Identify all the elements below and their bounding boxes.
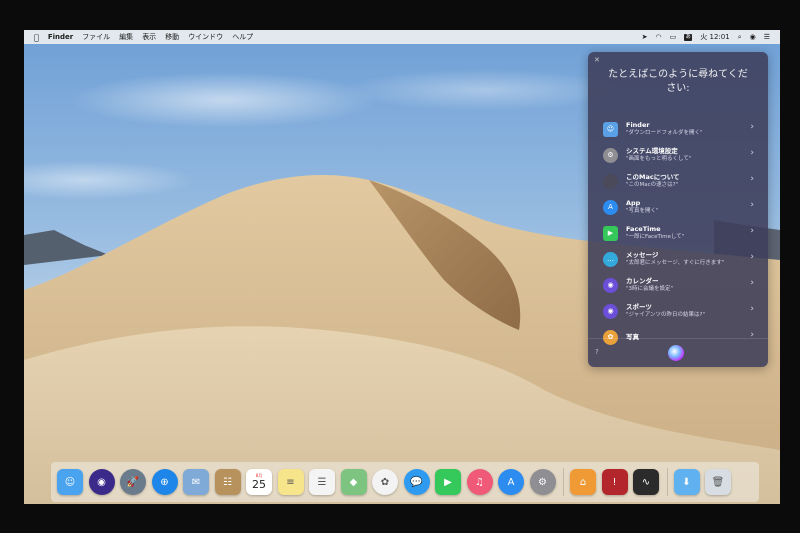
menu-clock[interactable]: 火 12:01 [700,32,729,42]
siri-suggestion-text: FaceTime "一郎にFaceTimeして" [626,225,768,241]
notification-center-icon[interactable]: ☰ [764,33,770,41]
facetime-icon: ▶ [603,225,618,241]
siri-suggestion-subtitle: "写真を開く" [626,208,659,214]
siri-suggestion-row[interactable]: A App "写真を開く" › [588,194,768,220]
dock-photo-booth-icon[interactable]: ! [601,469,628,495]
siri-suggestion-row[interactable]: このMacについて "このMacの速さは?" › [588,168,768,194]
menu-edit[interactable]: 編集 [119,32,133,42]
siri-suggestion-subtitle: "ジャイアンツの昨日の結果は?" [626,312,705,318]
siri-suggestion-row[interactable]: ◉ カレンダー "3時に会議を設定" › [588,272,768,298]
siri-suggestion-text: Finder "ダウンロードフォルダを開く" [626,121,768,137]
chevron-right-icon: › [750,174,754,184]
desktop:  Finder ファイル 編集 表示 移動 ウインドウ ヘルプ ➤ ◠ ▭ あ… [24,30,780,504]
help-icon[interactable]: ? [595,348,599,356]
siri-sports-icon: ◉ [603,303,618,319]
dock-trash-icon[interactable]: 🗑 [705,469,731,495]
menu-app-name[interactable]: Finder [48,33,73,41]
siri-suggestion-title: カレンダー [626,277,659,285]
siri-prompt: たとえばこのように尋ねてください: [608,69,748,94]
display-mirror-icon[interactable]: ▭ [670,33,677,41]
dock-notes-icon[interactable]: ≡ [277,469,304,495]
siri-suggestion-text: このMacについて "このMacの速さは?" [626,173,768,189]
location-arrow-icon[interactable]: ➤ [642,33,648,41]
siri-suggestion-text: App "写真を開く" [626,199,768,215]
dock-facetime-icon[interactable]: ▶ [435,469,461,495]
dock-mail-icon[interactable]: ✉ [183,469,209,495]
messages-icon: … [603,251,618,267]
input-method-icon[interactable]: あ [684,33,693,41]
chevron-right-icon: › [750,148,754,158]
dock-reminders-icon[interactable]: ☰ [309,469,335,495]
siri-orb-icon[interactable] [668,345,684,361]
app-store-icon: A [603,199,618,215]
spotlight-icon[interactable]: ⌕ [738,33,742,42]
siri-calendar-icon: ◉ [603,277,618,293]
dock-app-store-icon[interactable]: A [498,469,524,495]
siri-suggestion-row[interactable]: ☺ Finder "ダウンロードフォルダを開く" › [588,116,768,142]
siri-suggestion-subtitle: "ダウンロードフォルダを開く" [626,130,703,136]
dock-launchpad-icon[interactable]: 🚀 [120,469,146,495]
menu-window[interactable]: ウインドウ [188,32,223,42]
siri-suggestion-list: ☺ Finder "ダウンロードフォルダを開く" › ⚙ システム環境設定 "画面をもっと明… [588,116,768,350]
close-icon[interactable]: ✕ [594,56,600,64]
dock-maps-icon[interactable]: ◆ [340,469,367,495]
siri-suggestion-title: このMacについて [626,173,680,181]
siri-suggestion-subtitle: "画面をもっと明るくして" [626,156,692,162]
siri-panel: ✕ たとえばこのように尋ねてください: ☺ Finder "ダウンロードフォルダを開… [588,52,768,367]
chevron-right-icon: › [750,278,754,288]
chevron-right-icon: › [750,226,754,236]
siri-suggestion-title: App [626,199,641,207]
siri-suggestion-subtitle: "3時に会議を設定" [626,286,674,292]
siri-suggestion-subtitle: "太郎君にメッセージ、すぐに行きます" [626,260,725,266]
dock-siri-icon[interactable]: ◉ [88,469,115,495]
siri-suggestion-row[interactable]: … メッセージ "太郎君にメッセージ、すぐに行きます" › [588,246,768,272]
siri-suggestion-row[interactable]: ▶ FaceTime "一郎にFaceTimeして" › [588,220,768,246]
apple-menu-icon[interactable]:  [34,33,39,42]
menu-file[interactable]: ファイル [82,32,110,42]
dock-contacts-icon[interactable]: ☷ [214,469,241,495]
siri-footer: ? [588,338,768,367]
siri-suggestion-subtitle: "このMacの速さは?" [626,182,679,188]
dock-photos-icon[interactable]: ✿ [372,469,398,495]
chevron-right-icon: › [750,304,754,314]
menu-go[interactable]: 移動 [165,32,179,42]
wifi-icon[interactable]: ◠ [656,33,662,41]
siri-suggestion-row[interactable]: ⚙ システム環境設定 "画面をもっと明るくして" › [588,142,768,168]
siri-menu-icon[interactable]: ◉ [750,33,756,41]
siri-suggestion-text: スポーツ "ジャイアンツの昨日の結果は?" [626,303,768,319]
siri-suggestion-text: システム環境設定 "画面をもっと明るくして" [626,147,768,163]
chevron-right-icon: › [750,252,754,262]
dock-activity-monitor-icon[interactable]: ∿ [633,469,659,495]
dock-separator [563,468,564,496]
siri-suggestion-row[interactable]: ◉ スポーツ "ジャイアンツの昨日の結果は?" › [588,298,768,324]
dock-safari-icon[interactable]: ⊕ [151,469,178,495]
gear-icon: ⚙ [603,147,618,163]
dock-messages-icon[interactable]: 💬 [403,469,430,495]
siri-suggestion-text: カレンダー "3時に会議を設定" [626,277,768,293]
siri-suggestion-title: スポーツ [626,303,652,311]
dock-downloads-icon[interactable]: ⬇ [673,469,700,495]
siri-suggestion-subtitle: "一郎にFaceTimeして" [626,234,685,240]
dock-calendar-icon[interactable]: 8月 25 [246,469,272,495]
apple-icon [603,173,618,189]
siri-suggestion-title: FaceTime [626,225,661,233]
siri-suggestion-title: システム環境設定 [626,147,678,155]
dock-finder-icon[interactable]: ☺ [57,469,83,495]
finder-icon: ☺ [603,121,618,137]
dock: ☺ ◉ 🚀 ⊕ ✉ ☷ 8月 25 ≡ ☰ ◆ ✿ 💬 ▶ ♫ A ⚙ ⌂! ∿ ⬇ 🗑 [51,462,759,502]
menu-bar:  Finder ファイル 編集 表示 移動 ウインドウ ヘルプ ➤ ◠ ▭ あ… [24,30,780,44]
siri-suggestion-text: メッセージ "太郎君にメッセージ、すぐに行きます" [626,251,768,267]
siri-suggestion-title: メッセージ [626,251,659,259]
dock-itunes-icon[interactable]: ♫ [466,469,493,495]
menu-help[interactable]: ヘルプ [232,32,253,42]
siri-suggestion-title: Finder [626,121,650,129]
chevron-right-icon: › [750,200,754,210]
dock-system-preferences-icon[interactable]: ⚙ [529,469,556,495]
calendar-day: 25 [252,478,266,491]
menu-view[interactable]: 表示 [142,32,156,42]
chevron-right-icon: › [750,122,754,132]
dock-separator [666,468,668,496]
dock-home-icon[interactable]: ⌂ [570,469,596,495]
